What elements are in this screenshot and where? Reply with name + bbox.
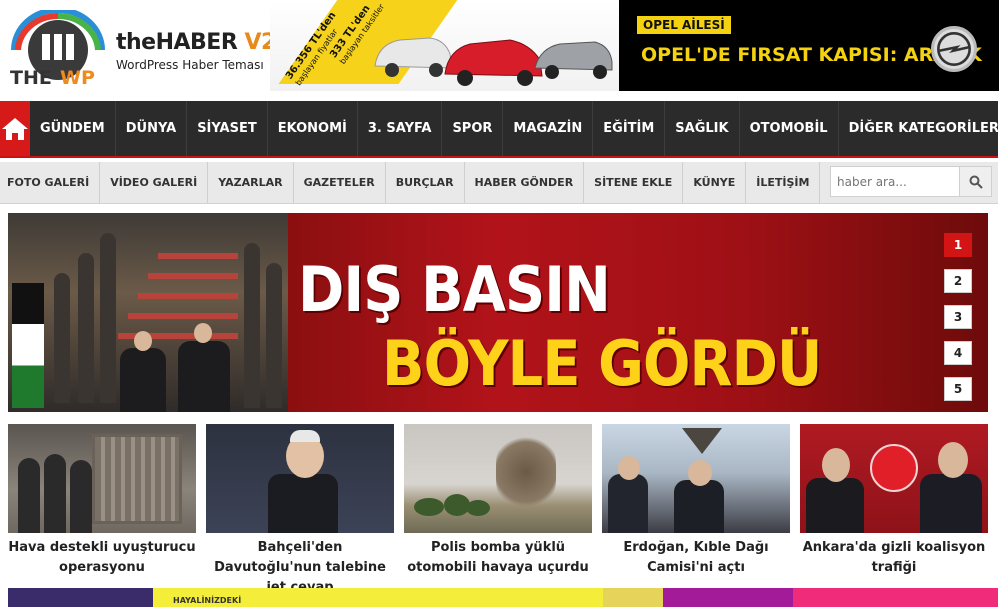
search-icon <box>969 175 983 189</box>
ad-cars-image-icon <box>374 37 613 86</box>
bottom-ad-2[interactable]: HAYALİNİZDEKİ <box>153 588 603 607</box>
news-card-title[interactable]: Erdoğan, Kıble Dağı Camisi'ni açtı <box>602 538 790 578</box>
site-logo[interactable]: THE WP theHABER V2 WordPress Haber Temas… <box>8 6 276 94</box>
opel-ad-banner[interactable]: OPEL AİLESİ OPEL'DE FIRSAT KAPISI: ARALI… <box>619 0 999 91</box>
sub-nav-video-galeri[interactable]: VİDEO GALERİ <box>100 162 209 203</box>
news-card[interactable]: Hava destekli uyuşturucu operasyonu <box>8 424 196 584</box>
car-ad-banner[interactable]: 36.356 TL'den başlayan fiyatlar 333 TL'd… <box>270 0 619 91</box>
nav-item-otomobil[interactable]: OTOMOBİL <box>740 101 839 156</box>
sub-nav-kunye[interactable]: KÜNYE <box>683 162 747 203</box>
sub-nav-gazeteler[interactable]: GAZETELER <box>294 162 386 203</box>
slider-page-5[interactable]: 5 <box>944 377 972 401</box>
slider-page-4[interactable]: 4 <box>944 341 972 365</box>
search-input[interactable] <box>831 167 959 196</box>
news-card-thumbnail[interactable] <box>404 424 592 533</box>
news-card-thumbnail[interactable] <box>206 424 394 533</box>
nav-item-dunya[interactable]: DÜNYA <box>116 101 188 156</box>
logo-title: theHABER V2 <box>116 30 276 55</box>
nav-item-magazin[interactable]: MAGAZİN <box>503 101 594 156</box>
slider-photo <box>8 213 288 412</box>
sub-nav-yazarlar[interactable]: YAZARLAR <box>208 162 294 203</box>
slider-pager: 1 2 3 4 5 <box>944 233 972 413</box>
main-navigation: GÜNDEM DÜNYA SİYASET EKONOMİ 3. SAYFA SP… <box>0 101 999 158</box>
nav-item-gundem[interactable]: GÜNDEM <box>30 101 116 156</box>
flag-image <box>12 283 44 408</box>
bottom-ad-5[interactable] <box>793 588 998 607</box>
headline-slider[interactable]: DIŞ BASIN BÖYLE GÖRDÜ <box>8 213 988 412</box>
news-card-thumbnail[interactable] <box>602 424 790 533</box>
nav-item-siyaset[interactable]: SİYASET <box>187 101 268 156</box>
slider-page-3[interactable]: 3 <box>944 305 972 329</box>
nav-item-spor[interactable]: SPOR <box>442 101 504 156</box>
news-card[interactable]: Bahçeli'den Davutoğlu'nun talebine jet c… <box>206 424 394 595</box>
logo-title-main: theHABER <box>116 30 238 55</box>
logo-wp-text: WP <box>60 67 95 88</box>
sub-nav-haber-gonder[interactable]: HABER GÖNDER <box>465 162 585 203</box>
news-card-title[interactable]: Polis bomba yüklü otomobili havaya uçurd… <box>404 538 592 578</box>
site-header: THE WP theHABER V2 WordPress Haber Temas… <box>0 0 1005 101</box>
news-card[interactable]: Erdoğan, Kıble Dağı Camisi'ni açtı <box>602 424 790 584</box>
slider-page-2[interactable]: 2 <box>944 269 972 293</box>
secondary-navigation: FOTO GALERİ VİDEO GALERİ YAZARLAR GAZETE… <box>0 162 998 204</box>
news-card-thumbnail[interactable] <box>800 424 988 533</box>
bottom-ad-1[interactable] <box>8 588 153 607</box>
home-button[interactable] <box>0 101 30 156</box>
nav-item-egitim[interactable]: EĞİTİM <box>593 101 666 156</box>
news-card[interactable]: Ankara'da gizli koalisyon trafiği <box>800 424 988 584</box>
logo-mark-icon: THE WP <box>10 10 105 88</box>
search-box <box>830 166 992 197</box>
nav-item-ekonomi[interactable]: EKONOMİ <box>268 101 358 156</box>
news-card[interactable]: Polis bomba yüklü otomobili havaya uçurd… <box>404 424 592 584</box>
logo-the-text: THE <box>10 67 52 88</box>
sub-nav-sitene-ekle[interactable]: SİTENE EKLE <box>584 162 684 203</box>
slider-page-1[interactable]: 1 <box>944 233 972 257</box>
slider-headline-line2: BÖYLE GÖRDÜ <box>382 327 822 400</box>
sub-nav-burclar[interactable]: BURÇLAR <box>386 162 465 203</box>
nav-item-saglik[interactable]: SAĞLIK <box>665 101 740 156</box>
slider-headline-line1: DIŞ BASIN <box>298 253 611 326</box>
bottom-ad-3[interactable] <box>603 588 663 607</box>
bottom-ad-4[interactable] <box>663 588 793 607</box>
opel-logo-icon <box>931 26 977 72</box>
news-card-title[interactable]: Hava destekli uyuşturucu operasyonu <box>8 538 196 578</box>
bottom-ad-strip[interactable]: HAYALİNİZDEKİ <box>8 588 998 607</box>
search-button[interactable] <box>959 167 991 196</box>
bottom-ad-text: HAYALİNİZDEKİ <box>173 596 242 605</box>
logo-subtitle: WordPress Haber Teması <box>116 58 264 72</box>
sub-nav-iletisim[interactable]: İLETİŞİM <box>746 162 821 203</box>
news-cards: Hava destekli uyuşturucu operasyonu Bahç… <box>8 424 998 595</box>
opel-ad-tag: OPEL AİLESİ <box>637 16 731 34</box>
nav-item-3-sayfa[interactable]: 3. SAYFA <box>358 101 443 156</box>
sub-nav-foto-galeri[interactable]: FOTO GALERİ <box>0 162 101 203</box>
news-card-thumbnail[interactable] <box>8 424 196 533</box>
home-icon <box>2 117 28 140</box>
nav-item-diger-kategoriler[interactable]: DİĞER KATEGORİLER <box>839 101 1005 156</box>
news-card-title[interactable]: Ankara'da gizli koalisyon trafiği <box>800 538 988 578</box>
